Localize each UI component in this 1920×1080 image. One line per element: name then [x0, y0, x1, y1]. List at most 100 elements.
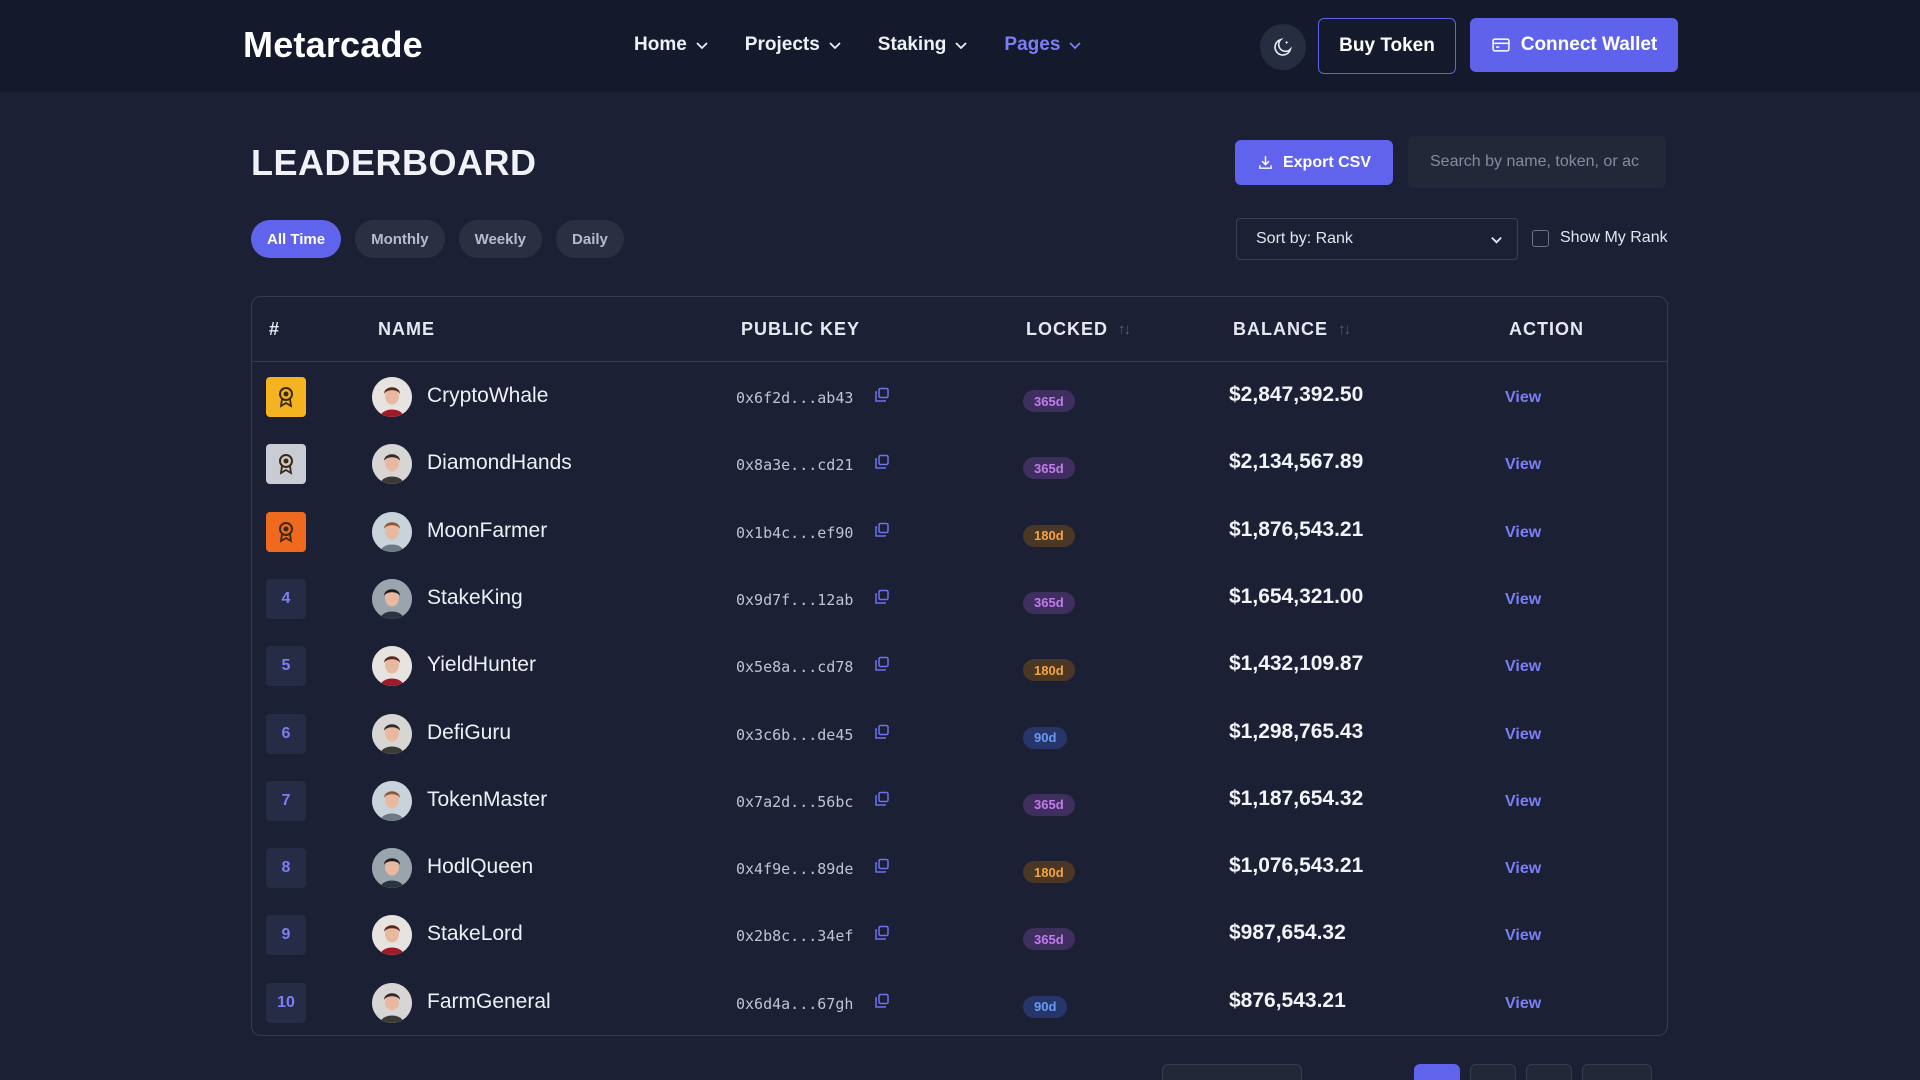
- view-link[interactable]: View: [1505, 524, 1541, 542]
- copy-icon[interactable]: [874, 858, 890, 874]
- username[interactable]: HodlQueen: [427, 855, 533, 879]
- copy-icon[interactable]: [874, 791, 890, 807]
- rank-badge: [266, 511, 306, 552]
- page-button-current[interactable]: [1414, 1064, 1460, 1080]
- balance-value: $1,876,543.21: [1229, 517, 1364, 541]
- page-size-select[interactable]: [1162, 1064, 1302, 1080]
- username[interactable]: FarmGeneral: [427, 990, 551, 1014]
- public-key: 0x1b4c...ef90: [736, 523, 854, 542]
- username[interactable]: YieldHunter: [427, 653, 536, 677]
- next-page-button[interactable]: [1582, 1064, 1652, 1080]
- table-row: CryptoWhale 0x6f2d...ab43 365d $2,847,39…: [252, 362, 1667, 429]
- view-link[interactable]: View: [1505, 456, 1541, 474]
- locked-badge: 365d: [1023, 591, 1075, 614]
- buy-token-button[interactable]: Buy Token: [1318, 18, 1456, 74]
- sort-arrows-icon[interactable]: ↑↓: [1338, 321, 1351, 338]
- page-title: LEADERBOARD: [251, 142, 537, 183]
- view-link[interactable]: View: [1505, 389, 1541, 407]
- avatar[interactable]: [372, 578, 412, 619]
- rank-number: 7: [281, 791, 291, 809]
- locked-badge: 365d: [1023, 390, 1075, 412]
- nav-item-home[interactable]: Home: [634, 34, 709, 56]
- username[interactable]: StakeKing: [427, 586, 523, 610]
- page-button[interactable]: [1470, 1064, 1516, 1080]
- username[interactable]: DefiGuru: [427, 721, 511, 745]
- user-avatar-image: [372, 511, 412, 552]
- page-button[interactable]: [1526, 1064, 1572, 1080]
- avatar[interactable]: [372, 377, 412, 417]
- copy-icon[interactable]: [874, 724, 890, 740]
- sort-arrows-icon[interactable]: ↑↓: [1118, 321, 1131, 338]
- theme-toggle-button[interactable]: [1260, 24, 1306, 70]
- rank-number: 8: [281, 859, 291, 877]
- tab-monthly[interactable]: Monthly: [355, 220, 445, 258]
- table-row: 5 YieldHunter 0x5e8a...cd78 180d $1,432,…: [252, 631, 1667, 698]
- copy-icon[interactable]: [874, 589, 890, 605]
- nav-item-staking[interactable]: Staking: [878, 34, 969, 56]
- locked-badge: 180d: [1023, 659, 1075, 682]
- nav-item-label: Pages: [1004, 34, 1061, 55]
- show-my-rank-checkbox[interactable]: [1532, 229, 1549, 247]
- avatar[interactable]: [372, 713, 412, 754]
- table-row: 7 TokenMaster 0x7a2d...56bc 365d $1,187,…: [252, 766, 1667, 833]
- column-locked[interactable]: LOCKED ↑↓: [1026, 319, 1131, 340]
- username[interactable]: StakeLord: [427, 922, 523, 946]
- balance-value: $1,076,543.21: [1229, 854, 1364, 878]
- table-row: MoonFarmer 0x1b4c...ef90 180d $1,876,543…: [252, 497, 1667, 564]
- view-link[interactable]: View: [1505, 658, 1541, 676]
- avatar[interactable]: [372, 848, 412, 889]
- export-csv-button[interactable]: Export CSV: [1235, 140, 1393, 185]
- tab-daily[interactable]: Daily: [556, 220, 624, 258]
- username[interactable]: MoonFarmer: [427, 519, 547, 543]
- avatar[interactable]: [372, 511, 412, 552]
- public-key: 0x3c6b...de45: [736, 725, 854, 744]
- locked-badge: 180d: [1023, 861, 1075, 884]
- rank-badge: 8: [266, 848, 306, 889]
- username[interactable]: TokenMaster: [427, 788, 547, 812]
- table-row: 4 StakeKing 0x9d7f...12ab 365d $1,654,32…: [252, 564, 1667, 631]
- nav-item-pages[interactable]: Pages: [1004, 34, 1082, 56]
- table-row: 8 HodlQueen 0x4f9e...89de 180d $1,076,54…: [252, 833, 1667, 900]
- view-link[interactable]: View: [1505, 860, 1541, 878]
- avatar[interactable]: [372, 444, 412, 485]
- view-link[interactable]: View: [1505, 793, 1541, 811]
- tab-weekly[interactable]: Weekly: [458, 220, 543, 258]
- nav-item-label: Staking: [877, 34, 947, 55]
- username[interactable]: DiamondHands: [427, 451, 572, 475]
- rank-badge: 7: [266, 780, 306, 821]
- public-key: 0x9d7f...12ab: [736, 590, 854, 609]
- connect-wallet-button[interactable]: Connect Wallet: [1470, 18, 1678, 72]
- copy-icon[interactable]: [874, 522, 890, 538]
- sort-select[interactable]: Sort by: Rank: [1236, 218, 1518, 260]
- view-link[interactable]: View: [1505, 726, 1541, 744]
- rank-badge: [266, 377, 306, 417]
- tab-all-time[interactable]: All Time: [251, 220, 342, 258]
- top-navbar: Metarcade Home Projects Staking Pages Bu…: [0, 0, 1920, 92]
- logo[interactable]: Metarcade: [243, 24, 423, 66]
- avatar[interactable]: [372, 780, 412, 821]
- column-balance[interactable]: BALANCE ↑↓: [1233, 319, 1351, 340]
- username[interactable]: CryptoWhale: [427, 384, 548, 408]
- nav-item-projects[interactable]: Projects: [745, 34, 842, 56]
- view-link[interactable]: View: [1505, 927, 1541, 945]
- search-input[interactable]: [1408, 136, 1666, 188]
- copy-icon[interactable]: [874, 387, 890, 403]
- locked-badge: 365d: [1023, 793, 1075, 816]
- view-link[interactable]: View: [1505, 995, 1541, 1013]
- copy-icon[interactable]: [874, 656, 890, 672]
- public-key: 0x6f2d...ab43: [736, 389, 854, 407]
- wallet-icon: [1492, 38, 1510, 52]
- avatar[interactable]: [372, 646, 412, 687]
- copy-icon[interactable]: [874, 993, 890, 1009]
- column-locked-label: LOCKED: [1026, 319, 1108, 339]
- copy-icon[interactable]: [874, 454, 890, 470]
- rank-badge: 4: [266, 578, 306, 619]
- avatar[interactable]: [372, 982, 412, 1023]
- prev-page-button[interactable]: [1312, 1064, 1404, 1080]
- rank-badge: 5: [266, 646, 306, 687]
- show-my-rank-toggle[interactable]: Show My Rank: [1532, 229, 1668, 247]
- avatar[interactable]: [372, 915, 412, 956]
- copy-icon[interactable]: [874, 925, 890, 941]
- view-link[interactable]: View: [1505, 591, 1541, 609]
- chevron-down-icon: [1069, 42, 1082, 50]
